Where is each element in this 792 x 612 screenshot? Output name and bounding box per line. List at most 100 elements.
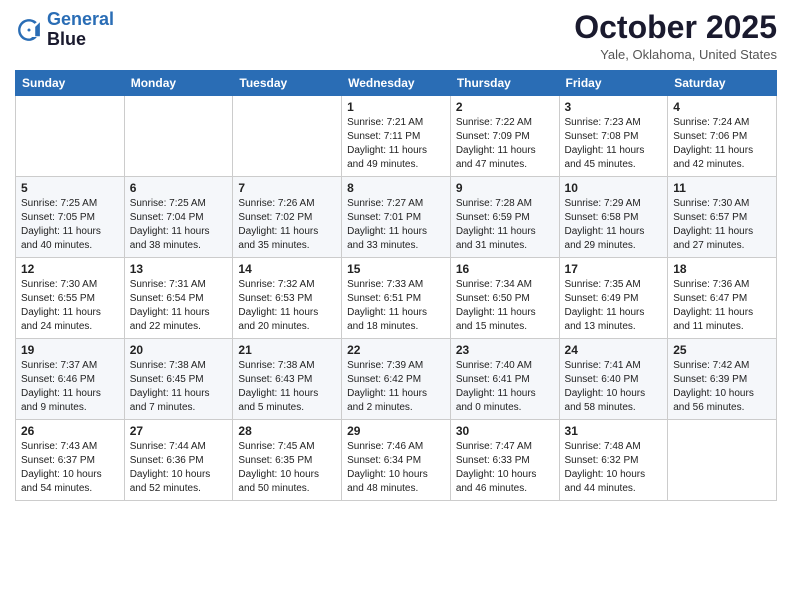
week-row-2: 5 Sunrise: 7:25 AMSunset: 7:05 PMDaylight…	[16, 177, 777, 258]
logo-text: General Blue	[47, 10, 114, 50]
logo-line1: General	[47, 9, 114, 29]
cell-info: Sunrise: 7:38 AMSunset: 6:45 PMDaylight:…	[130, 359, 228, 415]
cell-info: Sunrise: 7:39 AMSunset: 6:42 PMDaylight:…	[347, 359, 445, 415]
cell-info: Sunrise: 7:32 AMSunset: 6:53 PMDaylight:…	[238, 278, 336, 334]
col-wednesday: Wednesday	[342, 71, 451, 96]
day-number: 10	[565, 181, 663, 195]
day-number: 9	[456, 181, 554, 195]
table-cell: 2 Sunrise: 7:22 AMSunset: 7:09 PMDaylight…	[450, 96, 559, 177]
table-cell: 11 Sunrise: 7:30 AMSunset: 6:57 PMDayligh…	[668, 177, 777, 258]
cell-info: Sunrise: 7:33 AMSunset: 6:51 PMDaylight:…	[347, 278, 445, 334]
day-number: 13	[130, 262, 228, 276]
cell-info: Sunrise: 7:27 AMSunset: 7:01 PMDaylight:…	[347, 197, 445, 253]
day-number: 28	[238, 424, 336, 438]
table-cell: 24Sunrise: 7:41 AMSunset: 6:40 PMDayligh…	[559, 339, 668, 420]
day-number: 22	[347, 343, 445, 357]
col-friday: Friday	[559, 71, 668, 96]
cell-info: Sunrise: 7:46 AMSunset: 6:34 PMDaylight:…	[347, 440, 445, 496]
cell-info: Sunrise: 7:25 AMSunset: 7:04 PMDaylight:…	[130, 197, 228, 253]
cell-info: Sunrise: 7:45 AMSunset: 6:35 PMDaylight:…	[238, 440, 336, 496]
cell-info: Sunrise: 7:38 AMSunset: 6:43 PMDaylight:…	[238, 359, 336, 415]
location: Yale, Oklahoma, United States	[574, 47, 777, 62]
week-row-3: 12Sunrise: 7:30 AMSunset: 6:55 PMDayligh…	[16, 258, 777, 339]
day-number: 11	[673, 181, 771, 195]
table-cell: 31 Sunrise: 7:48 AMSunset: 6:32 PMDayligh…	[559, 420, 668, 501]
logo-line2: Blue	[47, 30, 114, 50]
table-cell: 25 Sunrise: 7:42 AMSunset: 6:39 PMDayligh…	[668, 339, 777, 420]
cell-info: Sunrise: 7:42 AMSunset: 6:39 PMDaylight:…	[673, 359, 771, 415]
table-cell: 13 Sunrise: 7:31 AMSunset: 6:54 PMDayligh…	[124, 258, 233, 339]
week-row-5: 26 Sunrise: 7:43 AMSunset: 6:37 PMDayligh…	[16, 420, 777, 501]
table-cell: 26 Sunrise: 7:43 AMSunset: 6:37 PMDayligh…	[16, 420, 125, 501]
cell-info: Sunrise: 7:37 AMSunset: 6:46 PMDaylight:…	[21, 359, 119, 415]
day-number: 26	[21, 424, 119, 438]
col-thursday: Thursday	[450, 71, 559, 96]
calendar-header-row: Sunday Monday Tuesday Wednesday Thursday…	[16, 71, 777, 96]
table-cell: 7Sunrise: 7:26 AMSunset: 7:02 PMDaylight…	[233, 177, 342, 258]
day-number: 18	[673, 262, 771, 276]
cell-info: Sunrise: 7:36 AMSunset: 6:47 PMDaylight:…	[673, 278, 771, 334]
table-cell: 23Sunrise: 7:40 AMSunset: 6:41 PMDayligh…	[450, 339, 559, 420]
day-number: 6	[130, 181, 228, 195]
week-row-1: 1 Sunrise: 7:21 AMSunset: 7:11 PMDaylight…	[16, 96, 777, 177]
cell-info: Sunrise: 7:43 AMSunset: 6:37 PMDaylight:…	[21, 440, 119, 496]
day-number: 30	[456, 424, 554, 438]
day-number: 1	[347, 100, 445, 114]
cell-info: Sunrise: 7:25 AMSunset: 7:05 PMDaylight:…	[21, 197, 119, 253]
cell-info: Sunrise: 7:31 AMSunset: 6:54 PMDaylight:…	[130, 278, 228, 334]
table-cell: 4Sunrise: 7:24 AMSunset: 7:06 PMDaylight…	[668, 96, 777, 177]
day-number: 31	[565, 424, 663, 438]
day-number: 2	[456, 100, 554, 114]
day-number: 12	[21, 262, 119, 276]
day-number: 23	[456, 343, 554, 357]
day-number: 16	[456, 262, 554, 276]
day-number: 29	[347, 424, 445, 438]
table-cell: 14Sunrise: 7:32 AMSunset: 6:53 PMDayligh…	[233, 258, 342, 339]
day-number: 19	[21, 343, 119, 357]
day-number: 3	[565, 100, 663, 114]
table-cell: 19 Sunrise: 7:37 AMSunset: 6:46 PMDayligh…	[16, 339, 125, 420]
table-cell: 12Sunrise: 7:30 AMSunset: 6:55 PMDayligh…	[16, 258, 125, 339]
cell-info: Sunrise: 7:28 AMSunset: 6:59 PMDaylight:…	[456, 197, 554, 253]
table-cell: 22 Sunrise: 7:39 AMSunset: 6:42 PMDayligh…	[342, 339, 451, 420]
table-cell: 28 Sunrise: 7:45 AMSunset: 6:35 PMDayligh…	[233, 420, 342, 501]
cell-info: Sunrise: 7:48 AMSunset: 6:32 PMDaylight:…	[565, 440, 663, 496]
cell-info: Sunrise: 7:30 AMSunset: 6:57 PMDaylight:…	[673, 197, 771, 253]
page: General Blue October 2025 Yale, Oklahoma…	[0, 0, 792, 612]
table-cell	[668, 420, 777, 501]
cell-info: Sunrise: 7:44 AMSunset: 6:36 PMDaylight:…	[130, 440, 228, 496]
cell-info: Sunrise: 7:29 AMSunset: 6:58 PMDaylight:…	[565, 197, 663, 253]
table-cell: 21 Sunrise: 7:38 AMSunset: 6:43 PMDayligh…	[233, 339, 342, 420]
table-cell: 10 Sunrise: 7:29 AMSunset: 6:58 PMDayligh…	[559, 177, 668, 258]
cell-info: Sunrise: 7:47 AMSunset: 6:33 PMDaylight:…	[456, 440, 554, 496]
title-area: October 2025 Yale, Oklahoma, United Stat…	[574, 10, 777, 62]
day-number: 5	[21, 181, 119, 195]
day-number: 15	[347, 262, 445, 276]
day-number: 24	[565, 343, 663, 357]
table-cell: 20 Sunrise: 7:38 AMSunset: 6:45 PMDayligh…	[124, 339, 233, 420]
col-saturday: Saturday	[668, 71, 777, 96]
table-cell: 9 Sunrise: 7:28 AMSunset: 6:59 PMDaylight…	[450, 177, 559, 258]
table-cell: 15 Sunrise: 7:33 AMSunset: 6:51 PMDayligh…	[342, 258, 451, 339]
table-cell: 27 Sunrise: 7:44 AMSunset: 6:36 PMDayligh…	[124, 420, 233, 501]
day-number: 17	[565, 262, 663, 276]
table-cell	[233, 96, 342, 177]
day-number: 8	[347, 181, 445, 195]
day-number: 4	[673, 100, 771, 114]
day-number: 7	[238, 181, 336, 195]
table-cell: 16Sunrise: 7:34 AMSunset: 6:50 PMDayligh…	[450, 258, 559, 339]
cell-info: Sunrise: 7:22 AMSunset: 7:09 PMDaylight:…	[456, 116, 554, 172]
cell-info: Sunrise: 7:23 AMSunset: 7:08 PMDaylight:…	[565, 116, 663, 172]
table-cell	[16, 96, 125, 177]
cell-info: Sunrise: 7:21 AMSunset: 7:11 PMDaylight:…	[347, 116, 445, 172]
day-number: 25	[673, 343, 771, 357]
table-cell	[124, 96, 233, 177]
table-cell: 17 Sunrise: 7:35 AMSunset: 6:49 PMDayligh…	[559, 258, 668, 339]
day-number: 27	[130, 424, 228, 438]
cell-info: Sunrise: 7:35 AMSunset: 6:49 PMDaylight:…	[565, 278, 663, 334]
table-cell: 29 Sunrise: 7:46 AMSunset: 6:34 PMDayligh…	[342, 420, 451, 501]
day-number: 20	[130, 343, 228, 357]
header: General Blue October 2025 Yale, Oklahoma…	[15, 10, 777, 62]
day-number: 21	[238, 343, 336, 357]
table-cell: 6 Sunrise: 7:25 AMSunset: 7:04 PMDaylight…	[124, 177, 233, 258]
